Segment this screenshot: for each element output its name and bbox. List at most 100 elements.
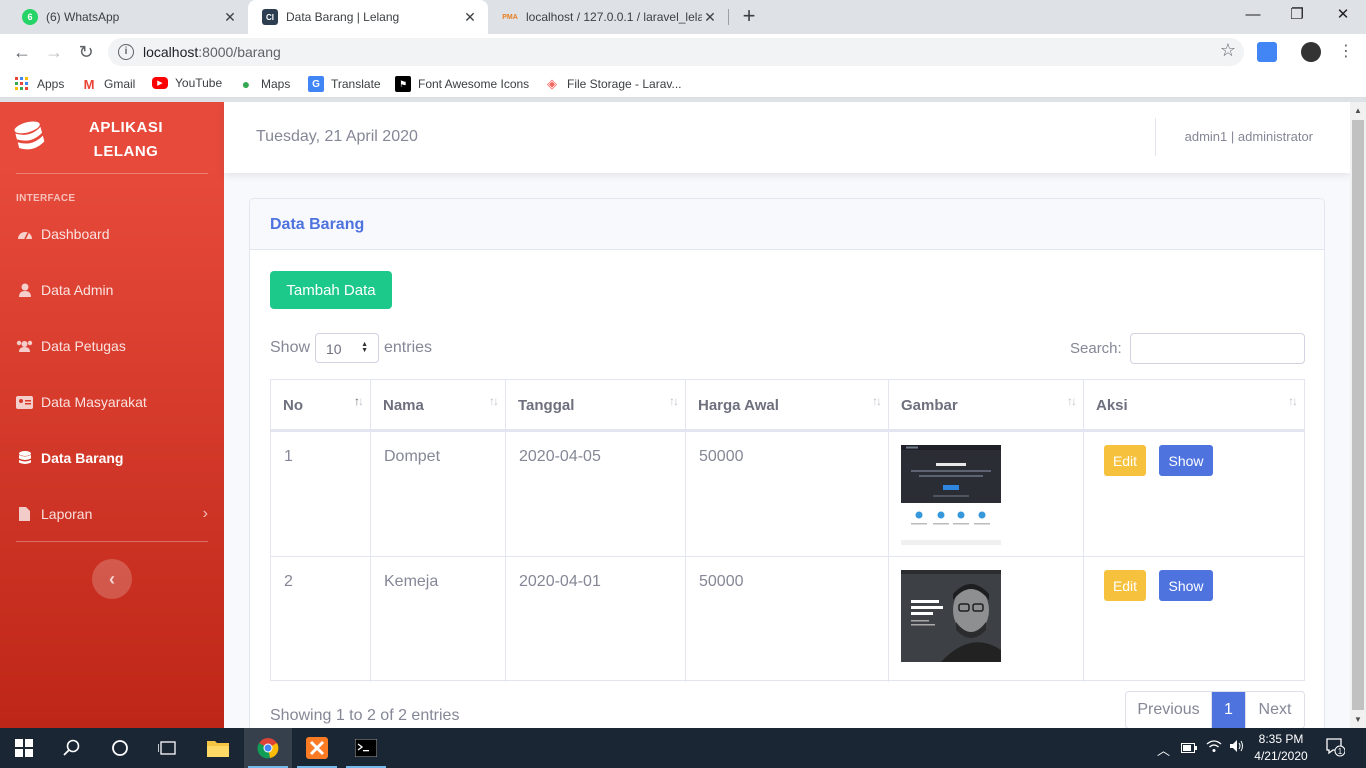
tab-separator: [728, 9, 729, 25]
column-header-harga-awal[interactable]: Harga Awal ↑↓: [686, 380, 889, 430]
scroll-down-icon[interactable]: ▼: [1354, 715, 1362, 724]
font-awesome-flag-icon: ⚑: [395, 76, 411, 92]
volume-icon[interactable]: [1229, 739, 1245, 756]
topbar-divider: [1155, 118, 1156, 156]
sort-asc-icon: ↑↓: [354, 394, 364, 408]
profile-avatar[interactable]: [1301, 42, 1321, 62]
bookmark-gmail[interactable]: M Gmail: [81, 76, 136, 92]
column-label: Nama: [383, 397, 424, 414]
cell-tanggal: 2020-04-01: [506, 557, 686, 682]
tab-phpmyadmin[interactable]: PMA localhost / 127.0.0.1 / laravel_lela…: [488, 0, 728, 34]
restore-button[interactable]: ❐: [1274, 0, 1320, 30]
sidebar-toggle-button[interactable]: ‹: [92, 559, 132, 599]
cell-no: 2: [271, 557, 371, 682]
bookmark-label: YouTube: [175, 76, 223, 90]
show-hidden-icons-chevron-icon[interactable]: ︿: [1157, 740, 1170, 759]
table-row: 2 Kemeja 2020-04-01 50000 Edit Show: [271, 556, 1304, 682]
bookmark-youtube[interactable]: ▶ YouTube: [152, 76, 222, 90]
reload-button[interactable]: ↻: [74, 40, 98, 64]
xampp-icon[interactable]: [293, 728, 341, 768]
close-icon[interactable]: ✕: [462, 9, 478, 26]
bookmark-star-icon[interactable]: ☆: [1220, 40, 1236, 61]
previous-page-button[interactable]: Previous: [1126, 692, 1212, 728]
minimize-button[interactable]: —: [1230, 0, 1276, 30]
edit-button[interactable]: Edit: [1104, 570, 1146, 601]
sidebar-item-data-petugas[interactable]: Data Petugas: [16, 334, 208, 358]
browser-tab-strip: 6 (6) WhatsApp ✕ CI Data Barang | Lelang…: [0, 0, 1366, 34]
tab-title: (6) WhatsApp: [46, 10, 120, 24]
apps-grid-icon: [14, 76, 30, 92]
show-button[interactable]: Show: [1159, 570, 1213, 601]
file-explorer-icon[interactable]: [194, 728, 242, 768]
search-label: Search:: [1070, 340, 1122, 357]
database-icon: [14, 121, 45, 150]
google-translate-extension-icon[interactable]: [1257, 42, 1277, 62]
next-page-button[interactable]: Next: [1246, 692, 1304, 728]
page-viewport: APLIKASI LELANG INTERFACE Dashboard Data…: [0, 102, 1350, 728]
search-input[interactable]: [1130, 333, 1305, 364]
tab-whatsapp[interactable]: 6 (6) WhatsApp ✕: [8, 0, 248, 34]
maps-pin-icon: ●: [241, 76, 251, 92]
scrollbar-thumb[interactable]: [1352, 120, 1364, 710]
cell-tanggal: 2020-04-05: [506, 432, 686, 557]
gmail-icon: M: [83, 76, 95, 92]
add-data-button[interactable]: Tambah Data: [270, 271, 392, 309]
column-header-aksi[interactable]: Aksi ↑↓: [1084, 380, 1304, 430]
close-icon[interactable]: ✕: [222, 9, 238, 26]
sidebar-brand[interactable]: APLIKASI LELANG: [0, 102, 224, 174]
brand-title: APLIKASI LELANG: [70, 116, 182, 164]
sidebar-item-data-masyarakat[interactable]: Data Masyarakat: [16, 390, 208, 414]
sort-icon: ↑↓: [1288, 394, 1298, 408]
bookmark-font-awesome[interactable]: ⚑ Font Awesome Icons: [395, 76, 529, 92]
scroll-up-icon[interactable]: ▲: [1354, 106, 1362, 115]
show-label: Show: [270, 339, 311, 356]
codeigniter-icon: CI: [262, 9, 278, 25]
sidebar-divider: [16, 173, 208, 174]
entries-value: 10: [326, 341, 342, 357]
entries-select[interactable]: 10 ▲ ▼: [315, 333, 379, 363]
file-icon: [16, 506, 33, 522]
bookmark-apps[interactable]: Apps: [14, 76, 64, 92]
terminal-icon[interactable]: [342, 728, 390, 768]
bookmark-translate[interactable]: G Translate: [308, 76, 381, 92]
phpmyadmin-icon: PMA: [502, 13, 518, 21]
address-bar[interactable]: i localhost:8000/barang ☆: [108, 38, 1244, 66]
chrome-menu-icon[interactable]: ⋮: [1334, 40, 1358, 64]
user-dropdown[interactable]: admin1 | administrator: [1185, 129, 1313, 144]
column-header-nama[interactable]: Nama ↑↓: [371, 380, 506, 430]
sidebar-item-data-barang[interactable]: Data Barang: [16, 446, 208, 470]
close-icon[interactable]: ✕: [702, 9, 718, 26]
column-header-gambar[interactable]: Gambar ↑↓: [889, 380, 1084, 430]
show-button[interactable]: Show: [1159, 445, 1213, 476]
sidebar-item-data-admin[interactable]: Data Admin: [16, 278, 208, 302]
chrome-taskbar-icon[interactable]: [244, 728, 292, 768]
cortana-icon[interactable]: [96, 728, 144, 768]
whatsapp-icon: 6: [22, 9, 38, 25]
page-scrollbar[interactable]: ▲ ▼: [1350, 102, 1366, 728]
tab-data-barang[interactable]: CI Data Barang | Lelang ✕: [248, 0, 488, 34]
battery-icon[interactable]: [1181, 741, 1197, 756]
edit-button[interactable]: Edit: [1104, 445, 1146, 476]
column-header-tanggal[interactable]: Tanggal ↑↓: [506, 380, 686, 430]
new-tab-button[interactable]: +: [737, 4, 761, 28]
windows-start-icon[interactable]: [0, 728, 48, 768]
page-1-button[interactable]: 1: [1212, 692, 1246, 728]
forward-button[interactable]: →: [42, 40, 66, 64]
window-close-button[interactable]: ✕: [1320, 0, 1366, 30]
system-clock[interactable]: 8:35 PM 4/21/2020: [1252, 731, 1310, 765]
action-center-icon[interactable]: 1: [1325, 737, 1346, 760]
table-info: Showing 1 to 2 of 2 entries: [270, 707, 460, 724]
back-button[interactable]: ←: [10, 40, 34, 64]
bookmark-file-storage[interactable]: ◈ File Storage - Larav...: [544, 76, 682, 92]
sidebar-item-laporan[interactable]: Laporan ›: [16, 502, 208, 526]
sidebar-item-dashboard[interactable]: Dashboard: [16, 222, 208, 246]
task-view-icon[interactable]: [144, 728, 192, 768]
browser-toolbar: ← → ↻ i localhost:8000/barang ☆ ⋮: [0, 34, 1366, 70]
search-icon[interactable]: [48, 728, 96, 768]
data-barang-card: Data Barang Tambah Data Show 10 ▲ ▼ entri…: [249, 198, 1325, 728]
column-header-no[interactable]: No ↑↓: [271, 380, 371, 430]
info-icon[interactable]: i: [118, 44, 134, 60]
wifi-icon[interactable]: [1206, 739, 1222, 756]
bookmark-maps[interactable]: ● Maps: [238, 76, 291, 92]
brand-line: APLIKASI: [88, 119, 163, 136]
